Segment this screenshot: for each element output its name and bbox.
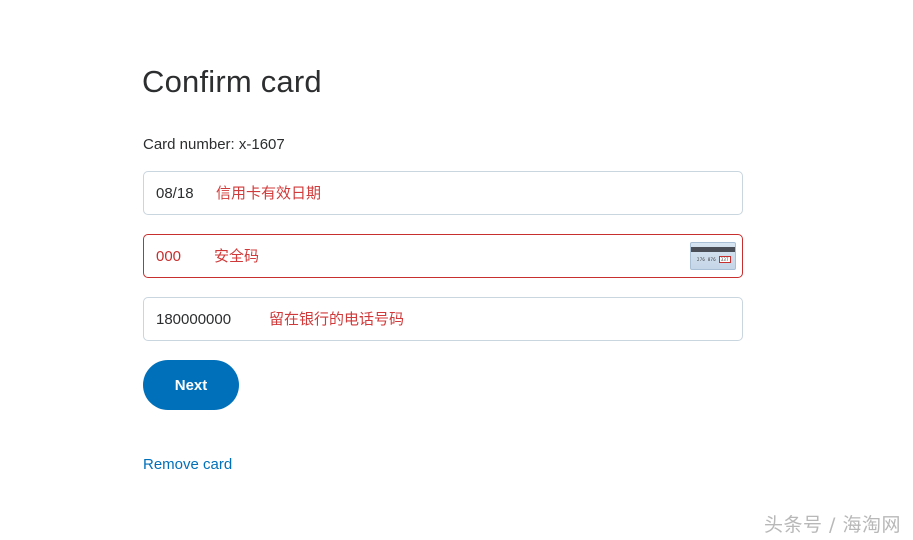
page-title: Confirm card bbox=[142, 64, 322, 99]
security-code-input[interactable] bbox=[156, 235, 206, 277]
phone-number-input[interactable] bbox=[156, 298, 266, 340]
security-code-annotation: 安全码 bbox=[214, 247, 260, 265]
security-code-field[interactable]: 安全码 276 876 337 bbox=[143, 234, 743, 278]
phone-annotation: 留在银行的电话号码 bbox=[269, 310, 405, 328]
next-button[interactable]: Next bbox=[143, 360, 239, 410]
watermark: 头条号 / 海淘网 bbox=[764, 514, 901, 536]
expiry-annotation: 信用卡有效日期 bbox=[216, 184, 322, 202]
remove-card-link[interactable]: Remove card bbox=[143, 456, 232, 473]
expiry-date-field[interactable]: 信用卡有效日期 bbox=[143, 171, 743, 215]
expiry-date-input[interactable] bbox=[156, 172, 216, 214]
card-number-label: Card number: x-1607 bbox=[143, 136, 285, 153]
phone-number-field[interactable]: 留在银行的电话号码 bbox=[143, 297, 743, 341]
cvv-card-icon: 276 876 337 bbox=[690, 242, 736, 270]
